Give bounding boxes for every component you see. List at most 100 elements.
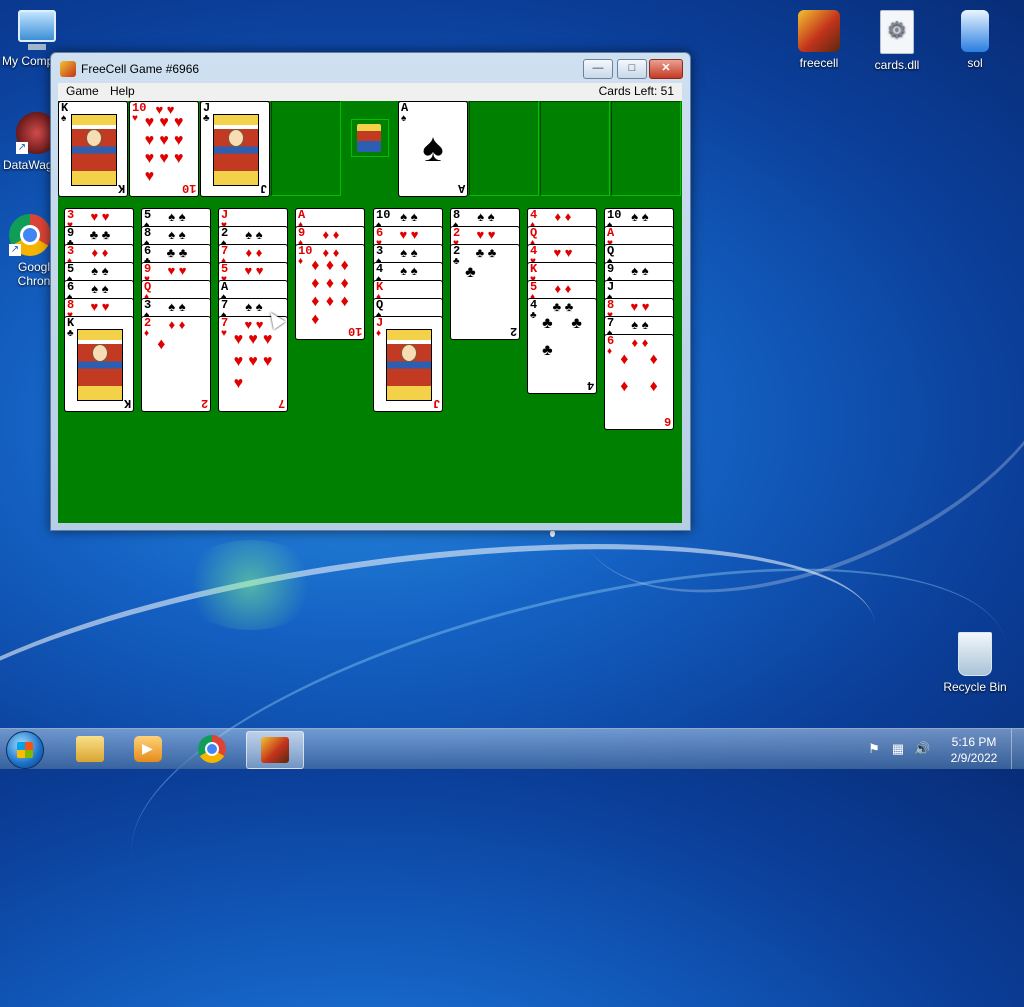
computer-icon <box>18 10 56 50</box>
desktop-icon-label: cards.dll <box>874 58 920 72</box>
card-pip-grid: ♥ ♥ ♥ ♥ ♥ ♥ ♥ ♥ ♥ ♥ <box>144 114 184 185</box>
card-pips: ♥ ♥ <box>90 209 110 224</box>
playing-card[interactable]: 6 ♦ ♦ ♦ ♦ ♦ ♦ ♦ 6 <box>604 334 674 430</box>
card-pips: ♥ ♥ <box>167 263 187 278</box>
action-center-flag-icon[interactable]: ⚑ <box>866 741 882 757</box>
card-suit-icon: ♦ <box>607 346 613 357</box>
system-clock[interactable]: 5:16 PM 2/9/2022 <box>944 734 1004 766</box>
face-card-portrait <box>213 114 259 186</box>
desktop-icon-cards-dll[interactable]: cards.dll <box>860 10 934 72</box>
desktop-icon-freecell[interactable]: freecell <box>782 10 856 70</box>
card-suit-icon: ♥ <box>132 113 138 124</box>
foundation-slot[interactable] <box>540 101 610 196</box>
card-rank: 2 <box>509 324 517 338</box>
card-rank: 10 <box>181 181 196 195</box>
chrome-icon: ↗ <box>9 214 51 256</box>
playing-card[interactable]: K ♠ K <box>58 101 128 197</box>
solitaire-icon <box>961 10 989 52</box>
show-desktop-button[interactable] <box>1011 729 1024 769</box>
card-rank: J <box>259 181 267 195</box>
card-rank: K <box>117 181 125 195</box>
playing-card[interactable]: 4 ♣ ♣ ♣ ♣ ♣ ♣ 4 <box>527 298 597 394</box>
card-pips: ♠ ♠ <box>477 209 495 224</box>
card-pips: ♥ ♥ <box>553 245 573 260</box>
taskbar-media-player-button[interactable] <box>120 731 176 767</box>
freecell-king-icon <box>798 10 840 52</box>
folder-icon <box>76 736 104 762</box>
card-pips: ♠ ♠ <box>168 209 186 224</box>
card-rank: 4 <box>586 378 594 392</box>
desktop-icon-recycle-bin[interactable]: Recycle Bin <box>938 632 1012 694</box>
card-pips: ♥ ♥ <box>399 227 419 242</box>
window-title: FreeCell Game #6966 <box>81 62 200 76</box>
ace-pip-icon: ♠ <box>422 126 444 170</box>
playing-card[interactable]: 2 ♦ ♦ ♦ ♦ 2 <box>141 316 211 412</box>
card-pips: ♥ ♥ <box>244 263 264 278</box>
playing-card[interactable]: 10 ♦ ♦ ♦ ♦ ♦ ♦ ♦ ♦ ♦ ♦ ♦ ♦ ♦ 10 <box>295 244 365 340</box>
card-suit-icon: ♣ <box>67 328 74 339</box>
volume-icon[interactable]: 🔊 <box>914 741 930 757</box>
foundation-slot[interactable] <box>611 101 681 196</box>
king-indicator-icon <box>351 119 389 157</box>
taskbar-explorer-button[interactable] <box>62 731 118 767</box>
card-pips: ♠ ♠ <box>400 209 418 224</box>
playing-card[interactable]: 10 ♥ ♥ ♥ ♥ ♥ ♥ ♥ ♥ ♥ ♥ ♥ ♥ ♥ 10 <box>129 101 199 197</box>
card-pips: ♠ ♠ <box>245 299 263 314</box>
playing-card[interactable]: J ♦ J <box>373 316 443 412</box>
free-cell-slot[interactable] <box>271 101 341 196</box>
card-pips: ♠ ♠ <box>400 245 418 260</box>
playing-card[interactable]: J ♣ J <box>200 101 270 197</box>
playing-card[interactable]: 7 ♥ ♥ ♥ ♥ ♥ ♥ ♥ ♥ ♥ ♥ 7 <box>218 316 288 412</box>
playing-card[interactable]: K ♣ K <box>64 316 134 412</box>
card-pips: ♣ ♣ <box>89 227 111 242</box>
clock-date: 2/9/2022 <box>950 751 998 765</box>
face-card-portrait <box>77 329 123 401</box>
card-pips: ♠ ♠ <box>400 263 418 278</box>
network-icon[interactable]: ▦ <box>890 741 906 757</box>
card-pips: ♠ ♠ <box>168 227 186 242</box>
desktop-icon-sol[interactable]: sol <box>938 10 1012 70</box>
dll-file-icon <box>880 10 914 54</box>
wallpaper-glow <box>180 540 320 630</box>
menu-game[interactable]: Game <box>66 84 99 98</box>
maximize-button[interactable]: □ <box>617 59 647 79</box>
card-pip-grid: ♦ ♦ ♦ ♦ <box>620 351 658 395</box>
close-button[interactable]: ✕ <box>649 59 683 79</box>
minimize-button[interactable]: — <box>583 59 613 79</box>
desktop-icon-label: Googl Chron <box>17 260 51 288</box>
taskbar-chrome-button[interactable] <box>184 731 240 767</box>
card-pips: ♠ ♠ <box>91 281 109 296</box>
card-pips: ♠ ♠ <box>168 299 186 314</box>
card-pips: ♠ ♠ <box>91 263 109 278</box>
freecell-app-icon <box>60 61 76 77</box>
card-pips: ♠ ♠ <box>245 227 263 242</box>
desktop-icon-label: Recycle Bin <box>943 680 1007 694</box>
shortcut-arrow-icon: ↗ <box>16 142 28 154</box>
freecell-window[interactable]: FreeCell Game #6966 — □ ✕ Game Help Card… <box>50 52 691 531</box>
card-pips: ♥ ♥ <box>90 299 110 314</box>
card-suit-icon: ♦ <box>376 328 382 339</box>
freecell-king-icon <box>261 737 289 763</box>
card-pips: ♦ ♦ <box>554 281 572 296</box>
card-pips: ♦ ♦ <box>91 245 109 260</box>
menu-help[interactable]: Help <box>110 84 135 98</box>
card-suit-icon: ♦ <box>298 256 304 267</box>
playing-card[interactable]: A ♠ ♠ A <box>398 101 468 197</box>
clock-time: 5:16 PM <box>951 735 997 749</box>
media-player-icon <box>134 736 162 762</box>
card-suit-icon: ♣ <box>453 256 460 267</box>
card-pip-grid: ♣ ♣ ♣ <box>542 315 582 359</box>
card-pips: ♥ ♥ <box>476 227 496 242</box>
window-titlebar[interactable]: FreeCell Game #6966 — □ ✕ <box>51 53 690 83</box>
shortcut-arrow-icon: ↗ <box>9 244 21 256</box>
menu-bar: Game Help Cards Left: 51 <box>58 83 682 101</box>
taskbar-freecell-button[interactable] <box>246 731 304 769</box>
start-button[interactable] <box>6 731 44 769</box>
card-pip-grid: ♥ ♥ ♥ ♥ ♥ ♥ ♥ <box>233 331 273 392</box>
card-rank: A <box>457 181 465 195</box>
playing-card[interactable]: 2 ♣ ♣ ♣ ♣ 2 <box>450 244 520 340</box>
card-rank: 2 <box>200 396 208 410</box>
foundation-slot[interactable] <box>469 101 539 196</box>
card-pips: ♦ ♦ <box>245 245 263 260</box>
card-pips: ♣ ♣ <box>166 245 188 260</box>
